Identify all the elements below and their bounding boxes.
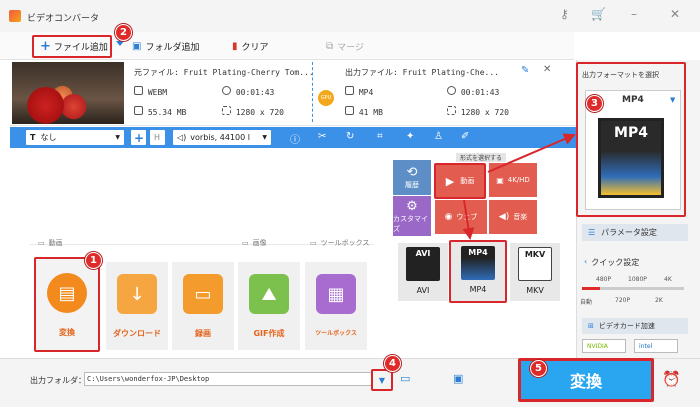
- section-image: ▭ 画像: [242, 238, 267, 248]
- film-icon: ▭: [38, 239, 45, 247]
- quick-label-4k: 4K: [664, 276, 672, 283]
- step-badge-1: 1: [85, 252, 102, 269]
- section-video: ▭ 動画: [38, 238, 63, 248]
- tool-gif[interactable]: ⛰ GIF作成: [238, 262, 300, 350]
- output-folder-input[interactable]: C:\Users\wonderfox-JP\Desktop: [84, 372, 374, 386]
- output-format-title: 出力フォーマットを選択: [582, 71, 659, 79]
- gif-icon: ⛰: [249, 274, 289, 314]
- quick-settings-label: ‹ クイック設定: [584, 257, 639, 268]
- tool-convert[interactable]: ▤ 変換: [34, 257, 100, 352]
- parameter-settings-button[interactable]: ☰ パラメータ設定: [582, 224, 688, 241]
- tool-record-label: 録画: [195, 329, 211, 338]
- parameter-settings-label: パラメータ設定: [601, 228, 657, 237]
- toolbox-case-icon: ▦: [316, 274, 356, 314]
- quick-chevron-icon: ‹: [584, 257, 588, 266]
- convert-icon: ▤: [47, 273, 87, 313]
- intel-toggle[interactable]: intel: [634, 339, 678, 353]
- image-icon: ▭: [242, 239, 249, 247]
- tool-toolbox-label: ツールボックス: [315, 330, 357, 337]
- output-folder-label: 出力フォルダ：: [30, 376, 86, 385]
- quick-label-480p: 480P: [596, 276, 612, 283]
- nvidia-toggle[interactable]: NVIDIA: [582, 339, 626, 353]
- open-folder-icon[interactable]: ▭: [400, 372, 410, 385]
- output-list-icon[interactable]: ▣: [453, 372, 463, 385]
- convert-button-label: 変換: [569, 372, 602, 391]
- tool-convert-label: 変換: [59, 328, 75, 337]
- quick-label-2k: 2K: [655, 297, 663, 304]
- gpu-chip-icon: ⊞: [588, 322, 594, 330]
- folder-chevron-icon: ▼: [378, 375, 386, 385]
- mp4-preview-icon: MP4: [598, 118, 664, 198]
- tool-download[interactable]: ↓ ダウンロード: [106, 262, 168, 350]
- quick-settings-text: クイック設定: [591, 258, 640, 267]
- folder-dropdown-button[interactable]: ▼: [371, 369, 393, 391]
- gpu-accel-text: ビデオカード加速: [598, 322, 655, 330]
- format-dropdown-icon[interactable]: ▼: [670, 96, 675, 104]
- step-badge-5: 5: [530, 360, 547, 377]
- tool-download-label: ダウンロード: [113, 329, 161, 338]
- step-badge-3: 3: [586, 95, 603, 112]
- quick-label-720p: 720P: [615, 297, 631, 304]
- alarm-clock-icon[interactable]: ⏰: [662, 370, 681, 388]
- gpu-accel-label: ⊞ ビデオカード加速: [582, 318, 688, 334]
- section-toolbox: ▭ ツールボックス: [310, 238, 369, 248]
- section-video-label: 動画: [48, 239, 63, 247]
- quick-label-1080p: 1080P: [628, 276, 647, 283]
- selected-format-label: MP4: [622, 95, 644, 105]
- toolbox-icon: ▭: [310, 239, 317, 247]
- download-icon: ↓: [117, 274, 157, 314]
- record-icon: ▭: [183, 274, 223, 314]
- tool-gif-label: GIF作成: [253, 329, 285, 338]
- tool-toolbox[interactable]: ▦ ツールボックス: [305, 262, 367, 350]
- tool-record[interactable]: ▭ 録画: [172, 262, 234, 350]
- section-image-label: 画像: [252, 239, 267, 247]
- section-toolbox-label: ツールボックス: [320, 239, 370, 247]
- quick-label-auto: 自動: [580, 299, 593, 306]
- quick-slider-fill: [582, 287, 600, 290]
- settings-sliders-icon: ☰: [588, 228, 596, 237]
- step-badge-4: 4: [384, 355, 401, 372]
